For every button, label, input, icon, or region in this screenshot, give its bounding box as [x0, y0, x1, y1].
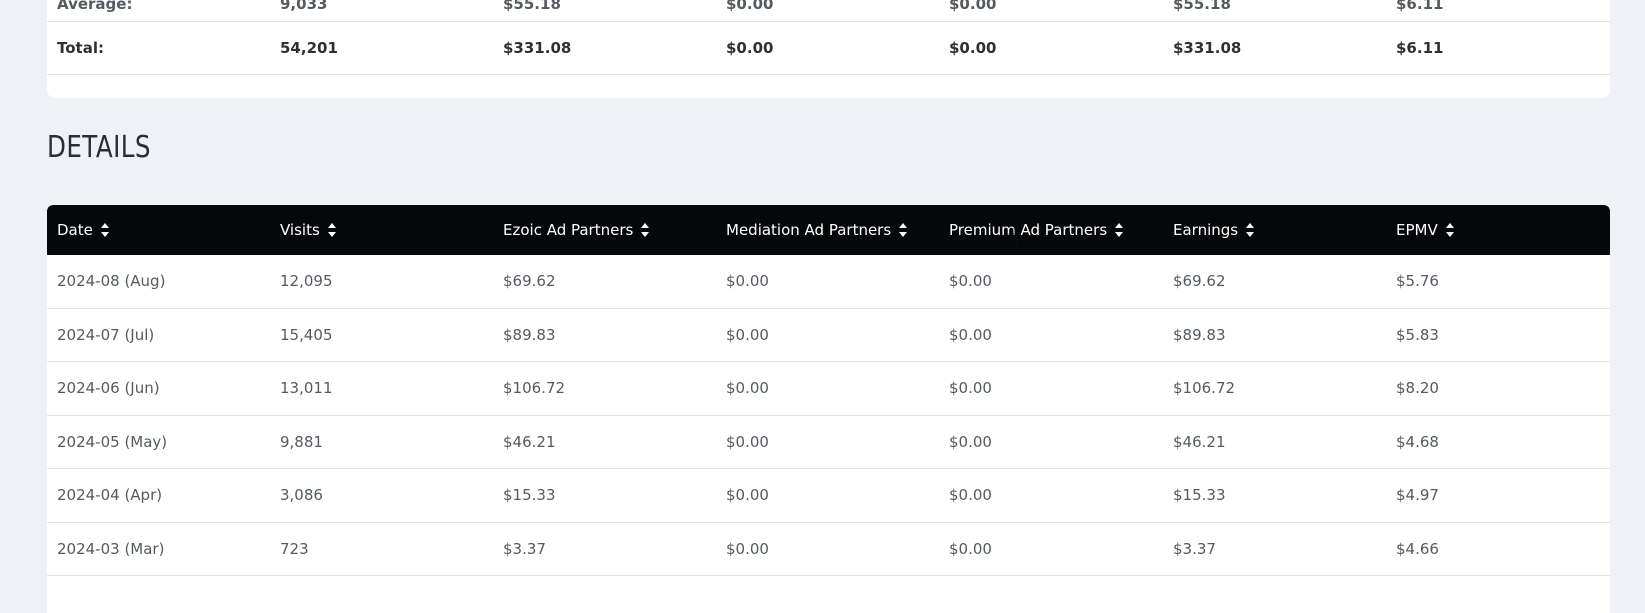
table-header: Date Visits Ezoic Ad Partners Mediation …	[47, 205, 1610, 255]
cell-mediation: $0.00	[726, 325, 769, 344]
details-title: DETAILS	[47, 130, 151, 165]
cell-mediation: $0.00	[726, 432, 769, 451]
cell-earnings: $46.21	[1173, 432, 1226, 451]
hand-pointer-cursor-icon: ☝	[1003, 223, 1019, 253]
table-row: 2024-06 (Jun) 13,011 $106.72 $0.00 $0.00…	[47, 362, 1610, 416]
summary-average-row: Average: 9,033 $55.18 $0.00 $0.00 $55.18…	[47, 0, 1610, 22]
average-earnings: $55.18	[1173, 0, 1231, 13]
cell-visits: 15,405	[280, 325, 333, 344]
total-label: Total:	[57, 39, 104, 57]
column-header-date[interactable]: Date	[47, 220, 270, 240]
cell-ezoic: $89.83	[503, 325, 556, 344]
cell-earnings: $89.83	[1173, 325, 1226, 344]
cell-date: 2024-08 (Aug)	[57, 272, 166, 291]
average-premium: $0.00	[949, 0, 997, 13]
cell-earnings: $106.72	[1173, 379, 1236, 398]
cell-epmv: $5.83	[1396, 325, 1439, 344]
total-earnings: $331.08	[1173, 39, 1242, 57]
cell-premium: $0.00	[949, 486, 992, 505]
table-row: 2024-04 (Apr) 3,086 $15.33 $0.00 $0.00 $…	[47, 469, 1610, 523]
cell-visits: 3,086	[280, 486, 323, 505]
cell-date: 2024-03 (Mar)	[57, 539, 165, 558]
total-mediation: $0.00	[726, 39, 774, 57]
column-header-label: Ezoic Ad Partners	[503, 221, 634, 239]
details-table: Date Visits Ezoic Ad Partners Mediation …	[47, 205, 1610, 613]
cell-ezoic: $3.37	[503, 539, 546, 558]
sort-icon[interactable]	[100, 220, 110, 240]
average-epmv: $6.11	[1396, 0, 1444, 13]
cell-premium: $0.00	[949, 432, 992, 451]
total-ezoic: $331.08	[503, 39, 572, 57]
column-header-label: Premium Ad Partners	[949, 221, 1108, 239]
sort-icon[interactable]	[1445, 220, 1455, 240]
cell-earnings: $15.33	[1173, 486, 1226, 505]
cell-epmv: $8.20	[1396, 379, 1439, 398]
table-row: 2024-05 (May) 9,881 $46.21 $0.00 $0.00 $…	[47, 416, 1610, 469]
cell-epmv: $5.76	[1396, 272, 1439, 291]
sort-icon[interactable]	[640, 220, 650, 240]
cell-mediation: $0.00	[726, 272, 769, 291]
cell-earnings: $69.62	[1173, 272, 1226, 291]
column-header-label: EPMV	[1396, 221, 1438, 239]
cell-ezoic: $46.21	[503, 432, 556, 451]
total-visits: 54,201	[280, 39, 338, 57]
sort-icon[interactable]	[1114, 220, 1124, 240]
average-mediation: $0.00	[726, 0, 774, 13]
column-header-ezoic-ad-partners[interactable]: Ezoic Ad Partners	[493, 220, 716, 240]
summary-total-row: Total: 54,201 $331.08 $0.00 $0.00 $331.0…	[47, 22, 1610, 75]
total-premium: $0.00	[949, 39, 997, 57]
column-header-label: Visits	[280, 221, 320, 239]
column-header-label: Earnings	[1173, 221, 1239, 239]
summary-card: Average: 9,033 $55.18 $0.00 $0.00 $55.18…	[47, 0, 1610, 98]
column-header-visits[interactable]: Visits	[270, 220, 493, 240]
sort-icon[interactable]	[898, 220, 908, 240]
cell-date: 2024-04 (Apr)	[57, 486, 163, 505]
cell-visits: 13,011	[280, 379, 333, 398]
cell-earnings: $3.37	[1173, 539, 1216, 558]
column-header-earnings[interactable]: Earnings	[1163, 220, 1386, 240]
column-header-label: Mediation Ad Partners	[726, 221, 892, 239]
sort-icon[interactable]	[1245, 220, 1255, 240]
average-visits: 9,033	[280, 0, 328, 13]
cell-mediation: $0.00	[726, 539, 769, 558]
cell-premium: $0.00	[949, 272, 992, 291]
average-label: Average:	[57, 0, 133, 13]
column-header-epmv[interactable]: EPMV	[1386, 220, 1610, 240]
cell-epmv: $4.97	[1396, 486, 1439, 505]
table-row: 2024-08 (Aug) 12,095 $69.62 $0.00 $0.00 …	[47, 255, 1610, 309]
cell-epmv: $4.68	[1396, 432, 1439, 451]
cell-ezoic: $15.33	[503, 486, 556, 505]
column-header-mediation-ad-partners[interactable]: Mediation Ad Partners	[716, 220, 939, 240]
cell-visits: 9,881	[280, 432, 323, 451]
average-ezoic: $55.18	[503, 0, 561, 13]
cell-ezoic: $69.62	[503, 272, 556, 291]
cell-mediation: $0.00	[726, 379, 769, 398]
table-row: 2024-07 (Jul) 15,405 $89.83 $0.00 $0.00 …	[47, 309, 1610, 362]
cell-visits: 723	[280, 539, 309, 558]
cell-visits: 12,095	[280, 272, 333, 291]
table-row: 2024-03 (Mar) 723 $3.37 $0.00 $0.00 $3.3…	[47, 523, 1610, 576]
cell-epmv: $4.66	[1396, 539, 1439, 558]
cell-premium: $0.00	[949, 379, 992, 398]
cell-date: 2024-07 (Jul)	[57, 325, 155, 344]
cell-premium: $0.00	[949, 325, 992, 344]
cell-premium: $0.00	[949, 539, 992, 558]
column-header-premium-ad-partners[interactable]: Premium Ad Partners	[939, 220, 1163, 240]
total-epmv: $6.11	[1396, 39, 1444, 57]
column-header-label: Date	[57, 221, 93, 239]
sort-icon[interactable]	[327, 220, 337, 240]
cell-mediation: $0.00	[726, 486, 769, 505]
cell-date: 2024-06 (Jun)	[57, 379, 160, 398]
cell-date: 2024-05 (May)	[57, 432, 168, 451]
cell-ezoic: $106.72	[503, 379, 566, 398]
